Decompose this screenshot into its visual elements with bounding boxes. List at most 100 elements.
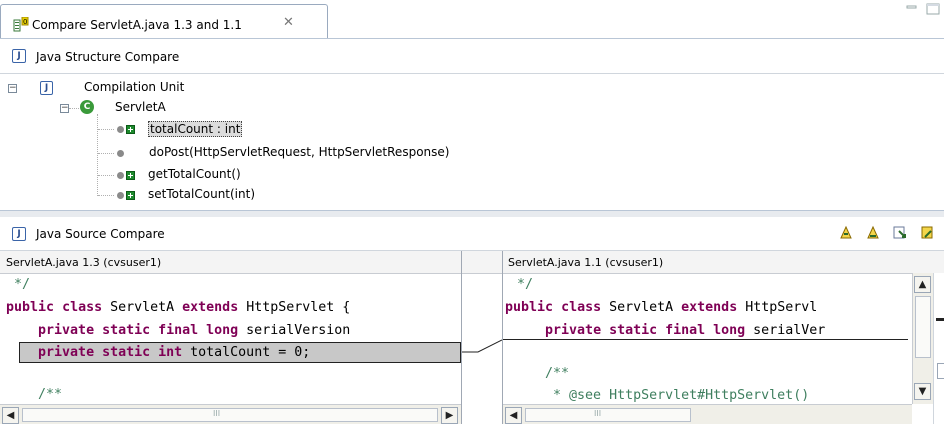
- editor-tab[interactable]: 0 Compare ServletA.java 1.3 and 1.1 ✕: [0, 4, 328, 38]
- code-token: class: [62, 300, 103, 315]
- code-token: private static int: [38, 345, 183, 360]
- right-pane-header: ServletA.java 1.1 (cvsuser1): [503, 251, 944, 274]
- code-token: totalCount = 0;: [182, 345, 311, 360]
- code-token: public: [6, 300, 55, 315]
- code-line: private static int totalCount = 0;: [6, 345, 310, 360]
- left-horizontal-scrollbar[interactable]: ◀ III ▶: [0, 404, 461, 424]
- editor-tab-title: Compare ServletA.java 1.3 and 1.1: [32, 18, 242, 32]
- tree-connector: [98, 175, 114, 176]
- code-token: private static final long: [545, 323, 746, 338]
- default-method-icon: [117, 150, 124, 157]
- code-token: /**: [6, 387, 63, 402]
- collapse-toggle[interactable]: −: [60, 104, 69, 113]
- left-pane-title: ServletA.java 1.3 (cvsuser1): [6, 256, 162, 269]
- code-token: public: [505, 300, 554, 315]
- change-marker[interactable]: [937, 363, 944, 379]
- next-difference-icon[interactable]: [892, 225, 908, 241]
- left-pane-header: ServletA.java 1.3 (cvsuser1): [0, 251, 461, 274]
- diff-insertion-line: [503, 339, 908, 340]
- change-marker[interactable]: [936, 318, 944, 321]
- collapse-toggle[interactable]: −: [8, 84, 17, 93]
- right-vertical-scrollbar[interactable]: ▲ ▼: [912, 273, 933, 404]
- right-horizontal-scrollbar[interactable]: ◀ III: [503, 404, 912, 424]
- scroll-thumb[interactable]: III: [525, 408, 691, 422]
- scroll-grip: III: [213, 409, 221, 418]
- code-token: serialVersion: [238, 323, 351, 338]
- structure-compare-header: J Java Structure Compare: [0, 39, 944, 74]
- scroll-grip: III: [594, 409, 602, 418]
- java-file-icon: J: [40, 81, 53, 95]
- code-line: /**: [6, 387, 62, 402]
- code-token: /**: [513, 366, 570, 381]
- code-token: * @see HttpServlet#HttpServlet(): [513, 388, 810, 403]
- code-token: private static final long: [38, 323, 239, 338]
- code-token: HttpServl: [737, 300, 818, 315]
- code-line: public class ServletA extends HttpServl: [505, 300, 817, 315]
- copy-all-right-to-left-icon[interactable]: [865, 225, 881, 241]
- code-line: */: [509, 277, 533, 292]
- code-token: */: [509, 277, 534, 292]
- tree-item-class[interactable]: ServletA: [115, 100, 166, 114]
- added-icon: [126, 171, 135, 180]
- diff-gutter: [462, 251, 503, 424]
- scroll-thumb[interactable]: III: [22, 408, 438, 422]
- java-file-icon: J: [12, 49, 26, 63]
- code-token: extends: [681, 300, 738, 315]
- tree-item-member[interactable]: setTotalCount(int): [148, 187, 255, 201]
- code-token: class: [561, 300, 602, 315]
- left-source-pane: ServletA.java 1.3 (cvsuser1) */ public c…: [0, 251, 462, 424]
- scroll-left-icon[interactable]: ◀: [2, 407, 19, 424]
- copy-all-left-to-right-icon[interactable]: [838, 225, 854, 241]
- tree-connector: [98, 129, 114, 130]
- scroll-down-icon[interactable]: ▼: [914, 383, 931, 400]
- tree-item-member[interactable]: totalCount : int: [148, 121, 243, 137]
- code-line: */: [6, 277, 30, 292]
- default-field-icon: [117, 126, 124, 133]
- tree-item-member[interactable]: doPost(HttpServletRequest, HttpServletRe…: [149, 145, 449, 159]
- java-file-icon: J: [12, 227, 26, 241]
- scroll-right-icon[interactable]: ▶: [441, 407, 458, 424]
- structure-tree: − J Compilation Unit − C ServletA totalC…: [0, 74, 944, 210]
- source-compare-title: Java Source Compare: [36, 227, 165, 241]
- class-icon: C: [80, 100, 94, 114]
- minimize-icon[interactable]: [906, 4, 920, 14]
- tree-connector: [69, 108, 79, 109]
- code-line: /**: [513, 366, 569, 381]
- code-token: extends: [182, 300, 239, 315]
- code-line: private static final long serialVersion: [6, 323, 350, 338]
- added-icon: [126, 125, 135, 134]
- previous-difference-icon[interactable]: [920, 225, 936, 241]
- code-line: public class ServletA extends HttpServle…: [6, 300, 350, 315]
- overview-ruler[interactable]: [933, 273, 944, 424]
- tree-connector: [98, 153, 114, 154]
- tree-connector: [97, 114, 98, 196]
- right-pane-title: ServletA.java 1.1 (cvsuser1): [508, 256, 664, 269]
- gutter-header: [462, 251, 502, 274]
- scroll-up-icon[interactable]: ▲: [914, 276, 931, 293]
- tree-item-member[interactable]: getTotalCount(): [148, 167, 241, 181]
- close-icon[interactable]: ✕: [283, 15, 294, 30]
- code-token: ServletA: [601, 300, 682, 315]
- default-method-icon: [117, 192, 124, 199]
- editor-tab-bar: 0 Compare ServletA.java 1.3 and 1.1 ✕: [0, 0, 944, 39]
- default-method-icon: [117, 172, 124, 179]
- code-line: private static final long serialVer: [513, 323, 825, 338]
- code-token: */: [6, 277, 31, 292]
- structure-compare-title: Java Structure Compare: [36, 50, 180, 64]
- tree-item-compilation-unit[interactable]: Compilation Unit: [84, 80, 184, 94]
- svg-text:0: 0: [23, 18, 27, 26]
- added-icon: [126, 191, 135, 200]
- tree-connector: [98, 195, 114, 196]
- diff-connector: [462, 339, 502, 353]
- code-line: * @see HttpServlet#HttpServlet(): [513, 388, 809, 403]
- scroll-thumb[interactable]: [915, 296, 931, 358]
- scroll-left-icon[interactable]: ◀: [505, 407, 522, 424]
- maximize-icon[interactable]: [925, 2, 943, 16]
- source-compare-header: J Java Source Compare: [0, 217, 944, 251]
- code-token: HttpServlet {: [238, 300, 351, 315]
- code-token: serialVer: [745, 323, 826, 338]
